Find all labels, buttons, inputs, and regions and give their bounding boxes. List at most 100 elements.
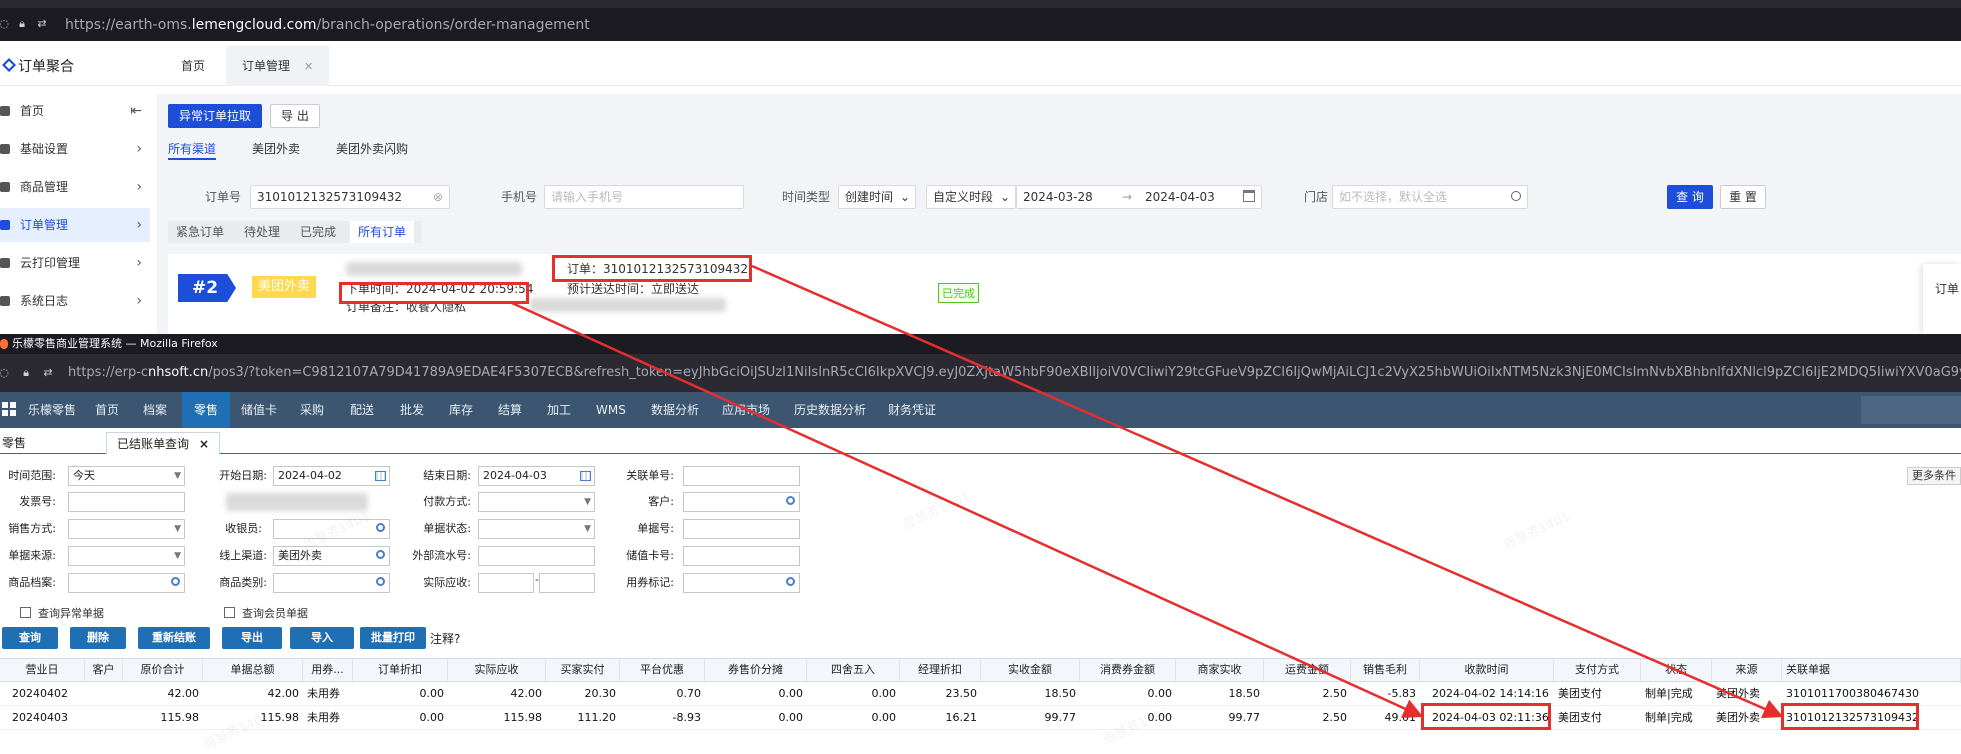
start-date-input[interactable]: 2024-04-02 (273, 466, 390, 486)
tab-retail[interactable]: 零售 (2, 432, 26, 454)
calendar-icon[interactable] (375, 471, 386, 481)
actual-receivable-min[interactable] (478, 573, 534, 593)
menu-processing[interactable]: 加工 (547, 392, 571, 428)
channel-tab-meituan[interactable]: 美团外卖 (252, 140, 300, 160)
menu-home[interactable]: 首页 (95, 392, 119, 428)
menu-wms[interactable]: WMS (596, 392, 626, 428)
col-business-day[interactable]: 营业日 (0, 659, 85, 683)
col-related-doc[interactable]: 关联单据 (1782, 659, 1961, 683)
search-icon[interactable] (171, 577, 180, 586)
status-tab-urgent[interactable]: 紧急订单 (168, 221, 232, 243)
search-icon[interactable] (376, 577, 385, 586)
status-tab-pending[interactable]: 待处理 (236, 221, 288, 243)
channel-tab-meituan-flash[interactable]: 美团外卖闪购 (336, 140, 408, 160)
doc-no-input[interactable] (683, 519, 800, 539)
user-area[interactable] (1861, 396, 1961, 424)
col-manager-discount[interactable]: 经理折扣 (900, 659, 981, 683)
cashier-input[interactable] (273, 519, 390, 539)
col-gross-profit[interactable]: 销售毛利 (1351, 659, 1420, 683)
menu-brand[interactable]: 乐檬零售 (28, 392, 76, 428)
menu-retail[interactable]: 零售 (182, 392, 231, 428)
export-button[interactable]: 导 出 (270, 104, 320, 128)
menu-finance-voucher[interactable]: 财务凭证 (888, 392, 936, 428)
date-range-picker[interactable]: 2024-03-28 → 2024-04-03 (1016, 185, 1262, 209)
col-platform-discount[interactable]: 平台优惠 (620, 659, 705, 683)
tab-home[interactable]: 首页 (165, 46, 221, 86)
menu-archive[interactable]: 档案 (143, 392, 167, 428)
status-tab-done[interactable]: 已完成 (292, 221, 344, 243)
actual-receivable-max[interactable] (539, 573, 595, 593)
import-button[interactable]: 导入 (290, 627, 354, 649)
product-cat-input[interactable] (273, 573, 390, 593)
menu-purchase[interactable]: 采购 (300, 392, 324, 428)
col-source[interactable]: 来源 (1712, 659, 1782, 683)
tab-order-management[interactable]: 订单管理 ✕ (226, 46, 330, 86)
menu-inventory[interactable]: 库存 (449, 392, 473, 428)
calendar-icon[interactable] (580, 471, 591, 481)
search-icon[interactable] (786, 577, 795, 586)
customer-input[interactable] (683, 492, 800, 512)
col-merchant-received[interactable]: 商家实收 (1176, 659, 1264, 683)
table-row[interactable]: 20240402 42.00 42.00 未用券 0.00 42.00 20.3… (0, 682, 1961, 706)
col-rounding[interactable]: 四舍五入 (807, 659, 900, 683)
sidebar-item-basic-settings[interactable]: 基础设置 › (0, 132, 150, 166)
end-date-input[interactable]: 2024-04-03 (478, 466, 595, 486)
search-icon[interactable] (376, 523, 385, 532)
close-icon[interactable]: × (199, 437, 209, 451)
abnormal-checkbox[interactable] (20, 607, 31, 618)
menu-settlement[interactable]: 结算 (498, 392, 522, 428)
col-actual-receivable[interactable]: 实际应收 (448, 659, 546, 683)
coupon-tag-input[interactable] (683, 573, 800, 593)
table-row[interactable]: 20240403 115.98 115.98 未用券 0.00 115.98 1… (0, 706, 1961, 730)
invoice-no-input[interactable] (68, 492, 185, 512)
member-checkbox[interactable] (224, 607, 235, 618)
query-button[interactable]: 查 询 (1667, 185, 1713, 209)
re-checkout-button[interactable]: 重新结账 (138, 627, 210, 649)
sidebar-item-system-log[interactable]: 系统日志 › (0, 284, 150, 318)
pay-method-select[interactable]: ▼ (478, 492, 595, 512)
col-buyer-paid[interactable]: 买家实付 (546, 659, 620, 683)
col-voucher-amount[interactable]: 消费券金额 (1080, 659, 1176, 683)
col-payment-time[interactable]: 收款时间 (1420, 659, 1554, 683)
store-select[interactable]: 如不选择，默认全选 (1332, 185, 1528, 209)
more-conditions-button[interactable]: 更多条件 (1907, 467, 1961, 485)
url-text[interactable]: https://earth-oms.lemengcloud.com/branch… (65, 16, 590, 34)
doc-status-select[interactable]: ▼ (478, 519, 595, 539)
menu-stored-card[interactable]: 储值卡 (241, 392, 277, 428)
delete-button[interactable]: 删除 (70, 627, 126, 649)
menu-app-market[interactable]: 应用市场 (722, 392, 770, 428)
product-file-input[interactable] (68, 573, 185, 593)
status-tab-all[interactable]: 所有订单 (350, 221, 415, 243)
url-text[interactable]: https://erp-cnhsoft.cn/pos3/?token=C9812… (68, 364, 1961, 382)
search-icon[interactable] (786, 496, 795, 505)
sidebar-item-cloud-print[interactable]: 云打印管理 › (0, 246, 150, 280)
search-icon[interactable] (376, 550, 385, 559)
related-no-input[interactable] (683, 466, 800, 486)
col-coupon[interactable]: 用券... (303, 659, 353, 683)
col-received-amount[interactable]: 实收金额 (981, 659, 1080, 683)
menu-history-analytics[interactable]: 历史数据分析 (794, 392, 866, 428)
time-type-select[interactable]: 创建时间 ⌄ (838, 185, 916, 209)
sidebar-item-products[interactable]: 商品管理 › (0, 170, 150, 204)
col-order-discount[interactable]: 订单折扣 (353, 659, 448, 683)
col-customer[interactable]: 客户 (85, 659, 123, 683)
online-channel-input[interactable]: 美团外卖 (273, 546, 390, 566)
col-original-total[interactable]: 原价合计 (123, 659, 203, 683)
menu-distribution[interactable]: 配送 (350, 392, 374, 428)
export-button[interactable]: 导出 (222, 627, 282, 649)
reset-button[interactable]: 重 置 (1720, 185, 1766, 209)
sidebar-item-orders[interactable]: 订单管理 › (0, 208, 150, 242)
col-bill-total[interactable]: 单据总额 (203, 659, 303, 683)
col-coupon-share[interactable]: 券售价分摊 (705, 659, 807, 683)
apps-grid-icon[interactable] (2, 402, 16, 416)
browser-url-bar-top[interactable]: ◌ 🔒︎ ⇄ https://earth-oms.lemengcloud.com… (0, 8, 1961, 41)
query-button[interactable]: 查询 (2, 627, 58, 649)
doc-source-select[interactable]: ▼ (68, 546, 185, 566)
channel-tab-all[interactable]: 所有渠道 (168, 140, 217, 160)
time-range-select[interactable]: 今天 ▼ (68, 466, 185, 486)
period-select[interactable]: 自定义时段 ⌄ (926, 185, 1016, 209)
col-shipping[interactable]: 运费金额 (1264, 659, 1351, 683)
sale-method-select[interactable]: ▼ (68, 519, 185, 539)
tab-settled-bill-query[interactable]: 已结账单查询 × (106, 432, 221, 454)
browser-url-bar-bottom[interactable]: ◌ 🔒︎ ⇄ https://erp-cnhsoft.cn/pos3/?toke… (0, 354, 1961, 392)
